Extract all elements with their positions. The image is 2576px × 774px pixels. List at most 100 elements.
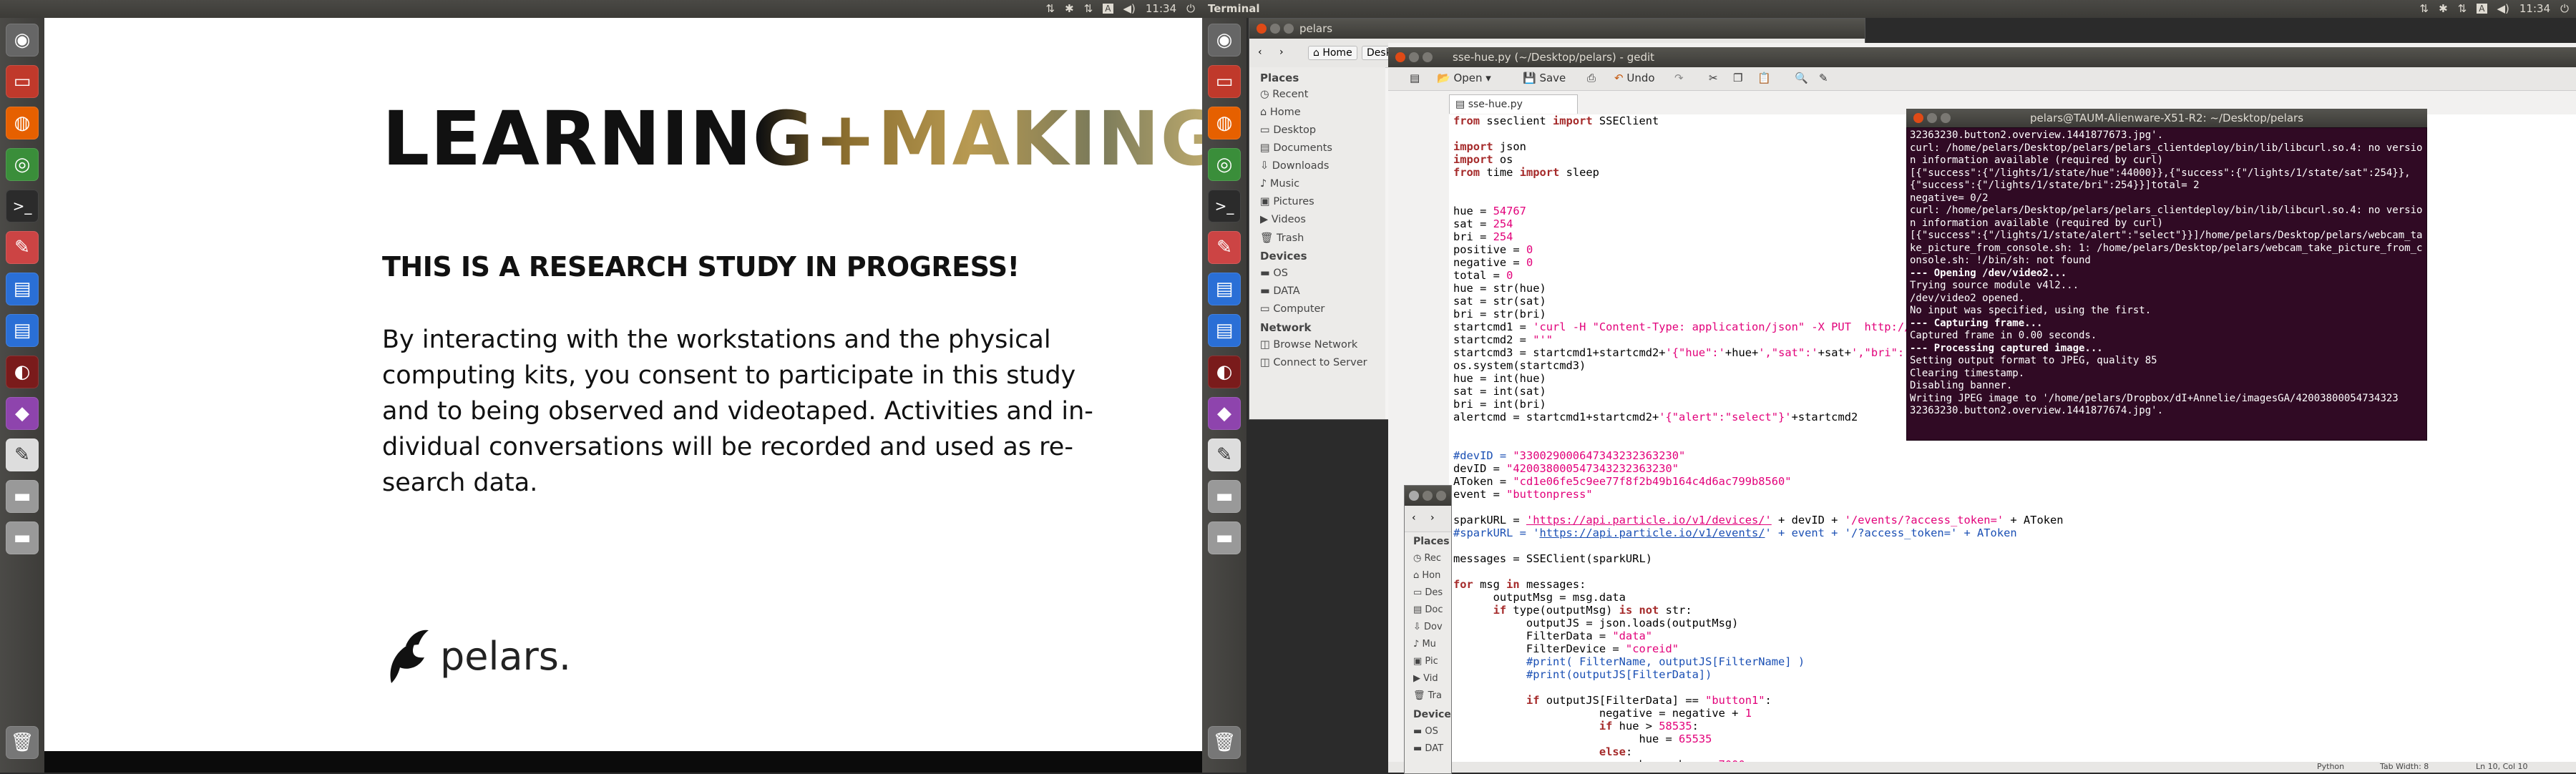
clock[interactable]: 11:34: [1146, 2, 1176, 15]
close-icon[interactable]: [1395, 52, 1405, 62]
sidebar-item-music[interactable]: ♪ Mu: [1413, 639, 1436, 650]
firefox-icon[interactable]: ◍: [6, 107, 39, 139]
sidebar-item-desktop[interactable]: ▭ Desktop: [1260, 124, 1316, 136]
sidebar-item-home[interactable]: ⌂ Home: [1260, 107, 1301, 118]
minimize-icon[interactable]: [1423, 491, 1433, 501]
chrome-icon[interactable]: ◎: [6, 148, 39, 181]
back-icon[interactable]: ‹: [1412, 512, 1416, 524]
network-icon[interactable]: ⇅: [1046, 2, 1055, 15]
minimize-icon[interactable]: [1270, 24, 1280, 34]
screencast-icon[interactable]: ◐: [6, 356, 39, 388]
gedit-icon[interactable]: ✎: [1208, 439, 1241, 471]
firefox-icon[interactable]: ◍: [1208, 107, 1241, 139]
sidebar-item-desktop[interactable]: ▭ Des: [1413, 587, 1443, 598]
keyboard-icon[interactable]: A: [1103, 4, 1113, 14]
sidebar-item-recent[interactable]: ◷ Rec: [1413, 553, 1441, 564]
app-icon[interactable]: ◆: [1208, 397, 1241, 430]
sidebar-item-videos[interactable]: ▶ Vid: [1413, 673, 1438, 684]
trash-icon[interactable]: 🗑: [1208, 726, 1241, 759]
sidebar-item-browse-network[interactable]: ◫ Browse Network: [1260, 339, 1357, 351]
bluetooth-icon[interactable]: ✱: [1065, 2, 1074, 15]
tab-width-selector[interactable]: Tab Width: 8: [2380, 762, 2429, 771]
sync-icon[interactable]: ⇅: [2458, 2, 2467, 15]
bluetooth-icon[interactable]: ✱: [2439, 2, 2448, 15]
window-title: sse-hue.py (~/Desktop/pelars) - gedit: [1453, 51, 1655, 64]
volume-icon[interactable]: ◀): [1123, 2, 1136, 15]
app-icon[interactable]: ◆: [6, 397, 39, 430]
terminal-icon[interactable]: >_: [1208, 190, 1241, 222]
drive-icon[interactable]: ▬: [6, 521, 39, 554]
print-icon[interactable]: ⎙: [1587, 72, 1596, 84]
network-icon[interactable]: ⇅: [2420, 2, 2429, 15]
language-selector[interactable]: Python: [2317, 762, 2344, 771]
sidebar-item-music[interactable]: ♪ Music: [1260, 178, 1299, 190]
writer-icon[interactable]: ▤: [6, 273, 39, 305]
sidebar-item-documents[interactable]: ▤ Documents: [1260, 142, 1332, 154]
replace-icon[interactable]: ✎: [1819, 72, 1828, 84]
copy-icon[interactable]: ❐: [1733, 72, 1742, 84]
redo-icon[interactable]: ↷: [1674, 72, 1684, 84]
sidebar-item-trash[interactable]: 🗑 Tra: [1413, 690, 1442, 701]
sidebar-item-pictures[interactable]: ▣ Pic: [1413, 656, 1438, 667]
new-document-icon[interactable]: ▤: [1410, 72, 1420, 84]
sidebar-item-recent[interactable]: ◷ Recent: [1260, 89, 1308, 100]
impress-icon[interactable]: ▭: [6, 65, 39, 98]
file-manager-titlebar: [1405, 486, 1451, 506]
terminal-output[interactable]: 32363230.button2.overview.1441877673.jpg…: [1907, 128, 2426, 419]
minimize-icon[interactable]: [1409, 52, 1419, 62]
screencast-icon[interactable]: ◐: [1208, 356, 1241, 388]
close-icon[interactable]: [1409, 491, 1419, 501]
sidebar-item-data[interactable]: ▬ DAT: [1413, 743, 1443, 754]
forward-icon[interactable]: ›: [1279, 46, 1284, 58]
power-icon[interactable]: ⏻: [1186, 2, 1195, 15]
terminal-window[interactable]: 32363230.button2.overview.1441877673.jpg…: [1906, 127, 2427, 441]
chrome-icon[interactable]: ◎: [1208, 148, 1241, 181]
sidebar-item-computer[interactable]: ▭ Computer: [1260, 303, 1324, 315]
sidebar-item-home[interactable]: ⌂ Hon: [1413, 570, 1440, 581]
text-doc-icon[interactable]: ▤: [6, 314, 39, 347]
search-icon[interactable]: 🔍: [1795, 72, 1808, 84]
volume-icon[interactable]: ◀): [2497, 2, 2509, 15]
drive-icon[interactable]: ▬: [1208, 521, 1241, 554]
sidebar-item-data[interactable]: ▬ DATA: [1260, 285, 1300, 297]
terminal-icon[interactable]: >_: [6, 190, 39, 222]
undo-button[interactable]: ↶ Undo: [1614, 72, 1655, 84]
sidebar-item-os[interactable]: ▬ OS: [1413, 726, 1438, 737]
sidebar-item-os[interactable]: ▬ OS: [1260, 268, 1288, 279]
sidebar-item-documents[interactable]: ▤ Doc: [1413, 604, 1443, 615]
dash-icon[interactable]: ◉: [6, 24, 39, 57]
maximize-icon[interactable]: [1284, 24, 1294, 34]
maximize-icon[interactable]: [1423, 52, 1433, 62]
drive-icon[interactable]: ▬: [1208, 480, 1241, 513]
breadcrumb-home[interactable]: ⌂ Home: [1308, 46, 1357, 60]
drive-icon[interactable]: ▬: [6, 480, 39, 513]
paste-icon[interactable]: 📋: [1757, 72, 1771, 84]
open-button[interactable]: 📂 Open ▾: [1437, 72, 1491, 84]
dash-icon[interactable]: ◉: [1208, 24, 1241, 57]
sidebar-item-downloads[interactable]: ⇩ Downloads: [1260, 160, 1329, 172]
sidebar-item-downloads[interactable]: ⇩ Dov: [1413, 622, 1443, 632]
text-doc-icon[interactable]: ▤: [1208, 314, 1241, 347]
sidebar-item-label: Des: [1425, 587, 1443, 598]
gedit-icon[interactable]: ✎: [6, 439, 39, 471]
cut-icon[interactable]: ✂: [1709, 72, 1718, 84]
trash-icon[interactable]: 🗑: [6, 726, 39, 759]
settings-icon[interactable]: ✎: [6, 231, 39, 264]
keyboard-icon[interactable]: A: [2477, 4, 2487, 14]
sync-icon[interactable]: ⇅: [1084, 2, 1093, 15]
writer-icon[interactable]: ▤: [1208, 273, 1241, 305]
impress-icon[interactable]: ▭: [1208, 65, 1241, 98]
sidebar-item-connect-server[interactable]: ◫ Connect to Server: [1260, 357, 1367, 368]
power-icon[interactable]: ⏻: [2560, 2, 2569, 15]
forward-icon[interactable]: ›: [1430, 512, 1435, 524]
maximize-icon[interactable]: [1436, 491, 1446, 501]
sidebar-item-pictures[interactable]: ▣ Pictures: [1260, 196, 1314, 207]
back-icon[interactable]: ‹: [1258, 46, 1262, 58]
clock[interactable]: 11:34: [2519, 2, 2550, 15]
close-icon[interactable]: [1257, 24, 1267, 34]
save-button[interactable]: 💾 Save: [1523, 72, 1566, 84]
sidebar-item-videos[interactable]: ▶ Videos: [1260, 214, 1306, 225]
gedit-tab[interactable]: ▤ sse-hue.py: [1449, 94, 1578, 114]
settings-icon[interactable]: ✎: [1208, 231, 1241, 264]
sidebar-item-trash[interactable]: 🗑 Trash: [1260, 232, 1304, 244]
